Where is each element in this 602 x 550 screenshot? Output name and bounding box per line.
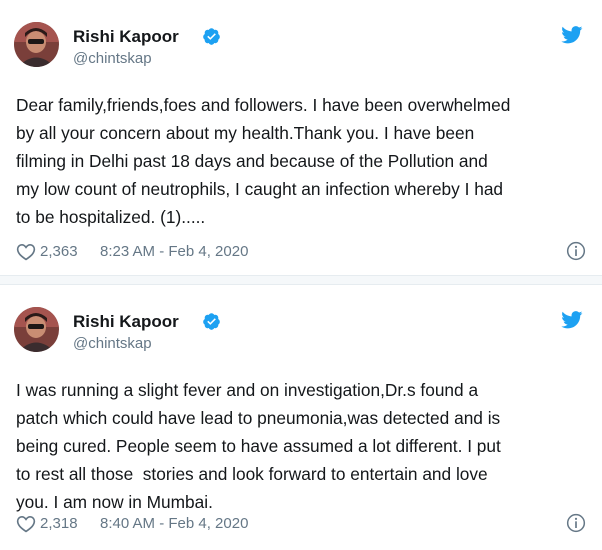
heart-icon[interactable] xyxy=(16,242,36,261)
like-count[interactable]: 2,318 xyxy=(40,515,78,532)
avatar[interactable] xyxy=(14,307,59,352)
tweet-text: Dear family,friends,foes and followers. … xyxy=(16,95,511,227)
info-icon[interactable] xyxy=(566,513,586,533)
tweet-timestamp[interactable]: 8:40 AM - Feb 4, 2020 xyxy=(100,515,248,532)
tweet-footer: 2,318 8:40 AM - Feb 4, 2020 xyxy=(16,513,586,535)
like-count[interactable]: 2,363 xyxy=(40,243,78,260)
tweet-timestamp[interactable]: 8:23 AM - Feb 4, 2020 xyxy=(100,243,248,260)
twitter-bird-icon[interactable] xyxy=(561,311,583,329)
tweet-text: I was running a slight fever and on inve… xyxy=(16,380,501,512)
tweet-footer: 2,363 8:23 AM - Feb 4, 2020 xyxy=(16,241,586,263)
verified-badge-icon xyxy=(203,313,220,330)
avatar[interactable] xyxy=(14,22,59,67)
author-name[interactable]: Rishi Kapoor xyxy=(73,312,179,332)
tweet-card[interactable]: Rishi Kapoor @chintskap I was running a … xyxy=(0,284,602,550)
twitter-bird-icon[interactable] xyxy=(561,26,583,44)
tweet-card[interactable]: Rishi Kapoor @chintskap Dear family,frie… xyxy=(0,0,602,276)
author-name[interactable]: Rishi Kapoor xyxy=(73,27,179,47)
author-handle[interactable]: @chintskap xyxy=(73,335,152,352)
info-icon[interactable] xyxy=(566,241,586,261)
verified-badge-icon xyxy=(203,28,220,45)
tweet-separator xyxy=(0,276,602,284)
author-handle[interactable]: @chintskap xyxy=(73,50,152,67)
heart-icon[interactable] xyxy=(16,514,36,533)
